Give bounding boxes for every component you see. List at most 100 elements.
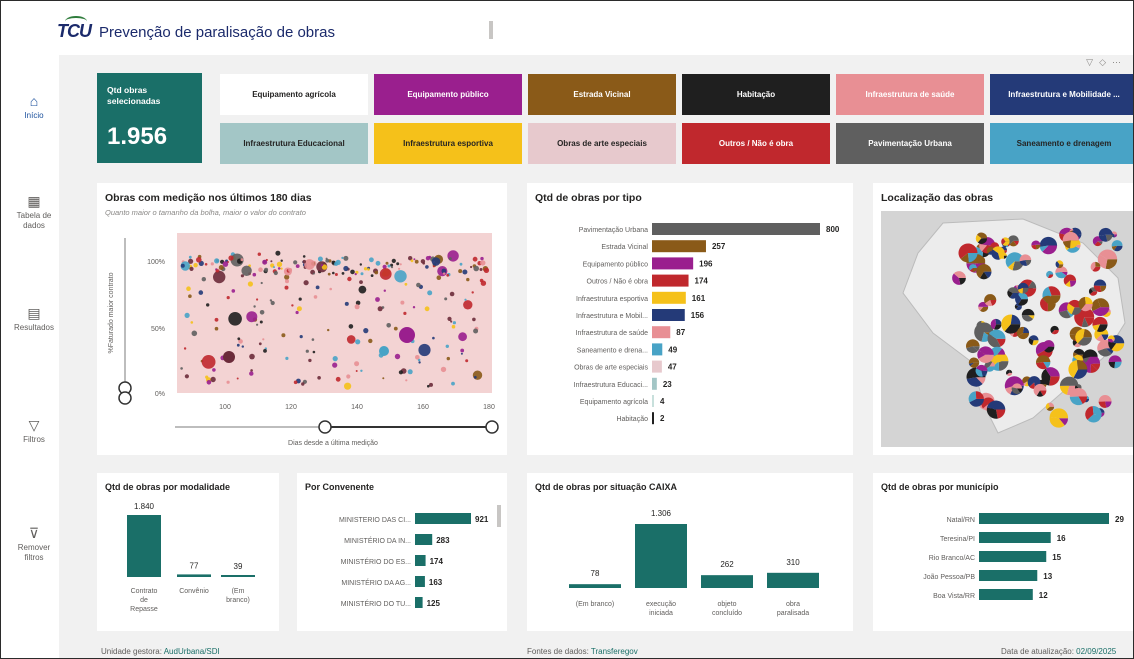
scatter-bubble[interactable] <box>413 258 416 261</box>
scatter-bubble[interactable] <box>460 352 463 355</box>
scatter-bubble[interactable] <box>479 268 483 271</box>
slicer-tile[interactable]: Equipamento agrícola <box>220 74 368 115</box>
scatter-bubble[interactable] <box>210 376 216 383</box>
scatter-bubble[interactable] <box>270 260 273 263</box>
bar[interactable] <box>652 343 663 356</box>
scatter-bubble[interactable] <box>432 336 435 340</box>
scatter-bubble[interactable] <box>377 306 383 312</box>
scatter-bubble[interactable] <box>191 330 198 337</box>
bar[interactable] <box>652 412 654 425</box>
scatter-bubble[interactable] <box>446 273 450 277</box>
scatter-bubble[interactable] <box>407 369 413 375</box>
scatter-bubble[interactable] <box>222 261 229 267</box>
scatter-bubble[interactable] <box>470 265 473 269</box>
scatter-bubble[interactable] <box>188 294 192 298</box>
scatter-bubble[interactable] <box>386 323 392 328</box>
slicer-tile[interactable]: Habitação <box>682 74 830 115</box>
map-pie-marker[interactable] <box>986 400 1006 419</box>
bar[interactable] <box>415 576 425 587</box>
slicer-tile[interactable]: Obras de arte especiais <box>528 123 676 164</box>
scatter-bubble[interactable] <box>472 370 483 380</box>
scatter-bubble[interactable] <box>302 259 306 264</box>
scatter-bubble[interactable] <box>288 268 293 272</box>
nav-item-resultados[interactable]: ▤ Resultados <box>9 305 59 333</box>
scatter-bubble[interactable] <box>375 260 381 266</box>
column[interactable] <box>635 524 687 588</box>
map-pie-marker[interactable] <box>1031 240 1041 250</box>
scatter-bubble[interactable] <box>285 279 289 284</box>
map-pie-marker[interactable] <box>1055 260 1064 269</box>
scatter-bubble[interactable] <box>250 369 253 372</box>
slicer-tile[interactable]: Pavimentação Urbana <box>836 123 984 164</box>
scatter-bubble[interactable] <box>249 371 254 376</box>
more-options-icon[interactable]: ⋯ <box>1112 57 1127 67</box>
scatter-bubble[interactable] <box>241 265 252 276</box>
map-pie-marker[interactable] <box>966 339 980 354</box>
map-pie-marker[interactable] <box>1050 325 1059 335</box>
scatter-bubble[interactable] <box>276 261 283 267</box>
scatter-bubble[interactable] <box>460 348 465 353</box>
scatter-bubble[interactable] <box>258 267 263 272</box>
bar[interactable] <box>415 597 423 608</box>
bar[interactable] <box>979 589 1033 600</box>
scatter-bubble[interactable] <box>354 361 360 367</box>
bar[interactable] <box>652 360 662 373</box>
scatter-bubble[interactable] <box>472 256 478 262</box>
scatter-bubble[interactable] <box>206 380 212 385</box>
bar[interactable] <box>652 326 671 339</box>
map-pie-marker[interactable] <box>1041 367 1060 386</box>
scatter-bubble[interactable] <box>387 264 391 268</box>
map-pie-marker[interactable] <box>968 357 980 368</box>
slicer-tile[interactable]: Infraestrutura Educacional <box>220 123 368 164</box>
scatter-bubble[interactable] <box>184 374 189 379</box>
scatter-bubble[interactable] <box>446 356 450 361</box>
scatter-bubble[interactable] <box>241 345 244 348</box>
scatter-bubble[interactable] <box>273 270 278 276</box>
nav-item-tabela[interactable]: ▦ Tabela de dados <box>9 193 59 231</box>
scatter-bubble[interactable] <box>304 259 315 270</box>
bar[interactable] <box>979 513 1109 524</box>
scatter-bubble[interactable] <box>293 260 298 265</box>
scatter-bubble[interactable] <box>332 271 335 275</box>
nav-item-remover-filtros[interactable]: ⊽ Remover filtros <box>9 525 59 563</box>
bar[interactable] <box>979 532 1051 543</box>
scatter-bubble[interactable] <box>240 258 244 262</box>
scatter-bubble[interactable] <box>341 256 344 259</box>
scatter-bubble[interactable] <box>228 255 234 261</box>
pin-icon[interactable]: ◇ <box>1099 57 1112 67</box>
column[interactable] <box>767 572 819 588</box>
map-pie-marker[interactable] <box>1019 254 1032 266</box>
scatter-bubble[interactable] <box>344 382 352 390</box>
scatter-bubble[interactable] <box>264 267 269 272</box>
map-pie-marker[interactable] <box>975 232 988 244</box>
bar[interactable] <box>415 513 471 524</box>
scatter-bubble[interactable] <box>198 290 204 295</box>
bar[interactable] <box>652 395 654 407</box>
map-pie-marker[interactable] <box>1092 316 1108 332</box>
scatter-bubble[interactable] <box>262 259 268 265</box>
scatter-bubble[interactable] <box>415 355 420 360</box>
map-pie-marker[interactable] <box>1042 340 1055 353</box>
scatter-bubble[interactable] <box>190 321 194 324</box>
map-pie-marker[interactable] <box>1085 406 1102 423</box>
scatter-bubble[interactable] <box>247 281 253 287</box>
scatter-bubble[interactable] <box>391 258 396 263</box>
bar[interactable] <box>652 223 820 235</box>
scatter-bubble[interactable] <box>394 353 401 360</box>
scatter-bubble[interactable] <box>259 320 263 324</box>
scatter-bubble[interactable] <box>360 369 363 372</box>
scatter-bubble[interactable] <box>262 338 265 341</box>
scatter-bubble[interactable] <box>305 349 309 353</box>
bar[interactable] <box>652 257 694 270</box>
map-pie-marker[interactable] <box>1097 249 1118 269</box>
scatter-bubble[interactable] <box>394 270 407 283</box>
scatter-bubble[interactable] <box>444 297 448 301</box>
scatter-bubble[interactable] <box>231 289 236 293</box>
scatter-bubble[interactable] <box>483 267 490 273</box>
map-pie-marker[interactable] <box>1011 383 1023 394</box>
map-pie-marker[interactable] <box>1055 266 1068 279</box>
scatter-bubble[interactable] <box>236 377 239 380</box>
scatter-bubble[interactable] <box>396 262 400 266</box>
scatter-bubble[interactable] <box>215 269 219 273</box>
scatter-bubble[interactable] <box>427 384 430 388</box>
